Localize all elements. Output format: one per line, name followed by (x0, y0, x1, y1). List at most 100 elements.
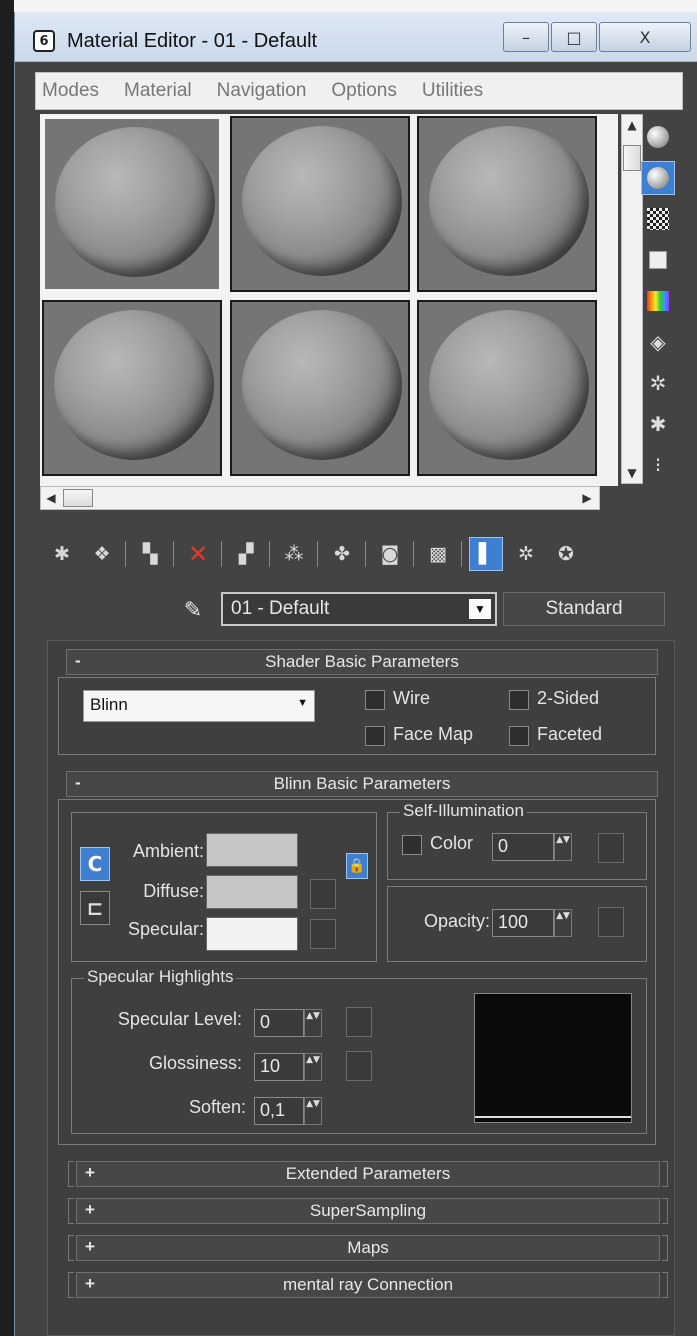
make-preview-icon: ◈ (650, 330, 666, 354)
glossiness-map-button[interactable] (346, 1051, 372, 1081)
rollout-blinn-basic[interactable]: - Blinn Basic Parameters (66, 771, 658, 797)
options-button[interactable]: ✲ (641, 366, 675, 400)
close-button[interactable]: X (599, 22, 691, 52)
rollout-bracket (68, 1272, 74, 1298)
scroll-thumb[interactable] (623, 145, 641, 171)
sample-slot[interactable] (417, 300, 597, 476)
sample-slot[interactable] (42, 116, 222, 292)
shader-value: Blinn (90, 695, 128, 714)
show-map-in-viewport-icon[interactable]: ▩ (421, 537, 455, 571)
get-material-icon[interactable]: ✱ (45, 537, 79, 571)
diffuse-color-swatch[interactable] (206, 875, 298, 909)
ambient-color-swatch[interactable] (206, 833, 298, 867)
material-id-channel-icon[interactable]: ◙ (373, 537, 407, 571)
menu-modes[interactable]: Modes (42, 80, 99, 102)
toolbar-separator (125, 541, 126, 567)
sample-type-sphere-button[interactable] (641, 120, 675, 154)
self-illum-map-button[interactable] (598, 833, 624, 863)
sample-slot[interactable] (42, 300, 222, 476)
make-unique-icon[interactable]: ⁂ (277, 537, 311, 571)
maximize-button[interactable]: □ (551, 22, 597, 52)
padlock-icon[interactable]: 🔒 (346, 853, 368, 879)
material-name-field[interactable]: 01 - Default ▼ (221, 592, 497, 626)
eyedropper-icon[interactable]: ✎ (175, 594, 211, 626)
rollout-title: mental ray Connection (282, 1275, 454, 1294)
rollout-supersampling[interactable]: + SuperSampling (76, 1198, 660, 1224)
material-toolbar: ✱ ❖ ▚ ✕ ▞ ⁂ ✤ ◙ ▩ ▌ ✲ ✪ (45, 534, 685, 574)
minimize-button[interactable]: – (503, 22, 549, 52)
spinner-arrows-icon[interactable]: ▲▼ (304, 1053, 322, 1081)
rollout-shader-basic[interactable]: - Shader Basic Parameters (66, 649, 658, 675)
background-checker-button[interactable] (641, 202, 675, 236)
toolbar-separator (365, 541, 366, 567)
scroll-down-icon[interactable]: ▼ (622, 463, 642, 483)
rollout-maps[interactable]: + Maps (76, 1235, 660, 1261)
scroll-thumb[interactable] (63, 489, 93, 507)
slots-vertical-scrollbar[interactable]: ▲ ▼ (621, 114, 643, 484)
material-sphere-preview (55, 127, 215, 277)
material-type-button[interactable]: Standard (503, 592, 665, 626)
toolbar-separator (317, 541, 318, 567)
rollout-extended-parameters[interactable]: + Extended Parameters (76, 1161, 660, 1187)
face-map-checkbox[interactable] (365, 726, 385, 746)
make-preview-button[interactable]: ◈ (641, 325, 675, 359)
sample-uv-tiling-button[interactable] (641, 243, 675, 277)
two-sided-checkbox[interactable] (509, 690, 529, 710)
copy-material-icon[interactable]: ▞ (229, 537, 263, 571)
reset-map-icon[interactable]: ✕ (181, 537, 215, 571)
menu-utilities[interactable]: Utilities (422, 80, 483, 102)
self-illum-value-field[interactable]: 0 (492, 833, 554, 861)
rollout-bracket (68, 1161, 74, 1187)
menu-navigation[interactable]: Navigation (217, 80, 307, 102)
spinner-arrows-icon[interactable]: ▲▼ (304, 1097, 322, 1125)
menu-options[interactable]: Options (331, 80, 396, 102)
material-sphere-preview (429, 126, 589, 276)
select-by-material-button[interactable]: ✱ (641, 407, 675, 441)
scroll-up-icon[interactable]: ▲ (622, 115, 642, 135)
title-bar[interactable]: 6 Material Editor - 01 - Default – □ X (15, 12, 697, 62)
spinner-arrows-icon[interactable]: ▲▼ (554, 909, 572, 937)
rollout-bracket (662, 1198, 668, 1224)
background-checker-icon (647, 208, 669, 230)
lock-diffuse-specular-button[interactable]: ⊏ (80, 891, 110, 925)
lock-ambient-diffuse-button[interactable]: C (80, 847, 110, 881)
video-color-check-button[interactable] (641, 284, 675, 318)
rollout-mental-ray-connection[interactable]: + mental ray Connection (76, 1272, 660, 1298)
spinner-arrows-icon[interactable]: ▲▼ (304, 1009, 322, 1037)
faceted-checkbox[interactable] (509, 726, 529, 746)
assign-material-icon[interactable]: ▚ (133, 537, 167, 571)
backlight-button[interactable] (641, 161, 675, 195)
specular-level-field[interactable]: 0 (254, 1009, 304, 1037)
opacity-map-button[interactable] (598, 907, 624, 937)
specular-color-swatch[interactable] (206, 917, 298, 951)
diffuse-map-button[interactable] (310, 879, 336, 909)
spinner-arrows-icon[interactable]: ▲▼ (554, 833, 572, 861)
menu-material[interactable]: Material (124, 80, 192, 102)
put-to-scene-icon[interactable]: ❖ (85, 537, 119, 571)
put-to-library-icon[interactable]: ✤ (325, 537, 359, 571)
specular-level-map-button[interactable] (346, 1007, 372, 1037)
specular-label: Specular: (127, 919, 204, 939)
chevron-down-icon[interactable]: ▼ (469, 599, 491, 619)
self-illum-color-checkbox[interactable] (402, 835, 422, 855)
sample-slot[interactable] (417, 116, 597, 292)
go-forward-to-sibling-icon[interactable]: ✪ (549, 537, 583, 571)
rollout-bracket (68, 1198, 74, 1224)
soften-field[interactable]: 0,1 (254, 1097, 304, 1125)
material-map-navigator-button[interactable]: ⁝ (641, 448, 675, 482)
shader-dropdown[interactable]: Blinn ▼ (83, 690, 315, 722)
wire-checkbox[interactable] (365, 690, 385, 710)
sample-slot[interactable] (230, 116, 410, 292)
opacity-value-field[interactable]: 100 (492, 909, 554, 937)
go-to-parent-icon[interactable]: ✲ (509, 537, 543, 571)
sample-slot[interactable] (230, 300, 410, 476)
sample-tools-column: ◈ ✲ ✱ ⁝ (641, 120, 681, 489)
slots-horizontal-scrollbar[interactable]: ◀ ▶ (40, 486, 600, 510)
specular-map-button[interactable] (310, 919, 336, 949)
scroll-left-icon[interactable]: ◀ (41, 487, 61, 509)
scroll-right-icon[interactable]: ▶ (577, 487, 597, 509)
glossiness-field[interactable]: 10 (254, 1053, 304, 1081)
select-by-material-icon: ✱ (649, 412, 667, 436)
app-icon: 6 (33, 30, 55, 52)
show-end-result-icon[interactable]: ▌ (469, 537, 503, 571)
